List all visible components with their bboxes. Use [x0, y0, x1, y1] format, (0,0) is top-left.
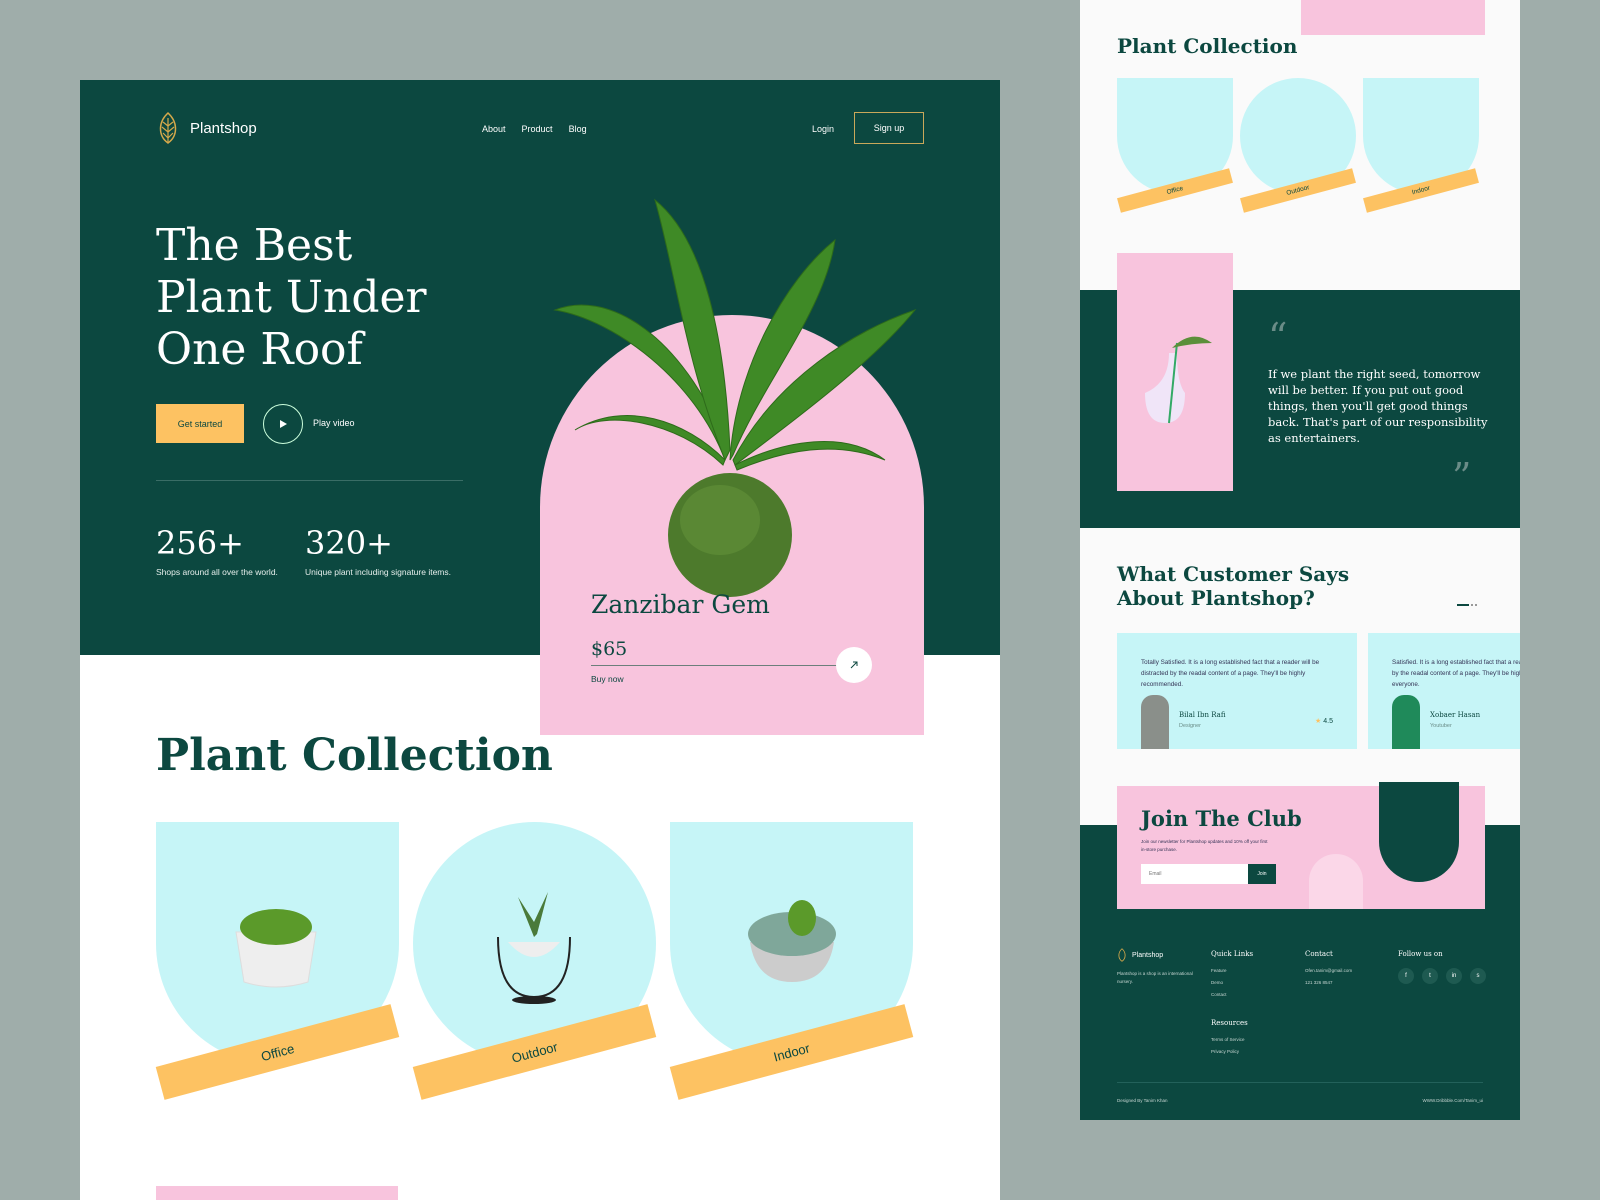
stat-value: 320+ [305, 524, 393, 562]
vase-plant-icon [1145, 336, 1212, 424]
dribbble-link[interactable]: WWW.Dribbble.Com/Tanim_ui [1422, 1098, 1483, 1103]
testimonials-title: What Customer Says About Plantshop? [1117, 562, 1350, 610]
stat-shops: 256+ Shops around all over the world. [156, 525, 278, 577]
landing-page-continued: Plant Collection Office Outdoor Indoor “… [1080, 0, 1520, 1120]
testimonial-card: Totally Satisfied. It is a long establis… [1117, 633, 1357, 749]
nav-about[interactable]: About [482, 124, 506, 134]
signup-button[interactable]: Sign up [854, 112, 924, 144]
brand-name: Plantshop [190, 119, 257, 137]
kokedama-plant-image [553, 198, 917, 597]
product-name: Zanzibar Gem [591, 590, 770, 619]
indicator-active[interactable] [1457, 604, 1469, 606]
footer-link[interactable]: Demo [1211, 980, 1253, 985]
nav-product[interactable]: Product [522, 124, 553, 134]
reviewer-name: Xobaer Hasan [1430, 711, 1481, 719]
designer-credit: Designed By Tanim Khan [1117, 1098, 1168, 1103]
quote-close-icon: ” [1452, 455, 1472, 499]
footer-description: Plantshop is a shop is an international … [1117, 971, 1193, 984]
snake-plant-image [1379, 782, 1459, 882]
footer-divider [1117, 1082, 1483, 1083]
avatar [1392, 695, 1420, 749]
contact-email[interactable]: Ofen.tanim@gmail.com [1305, 968, 1352, 973]
reviewer-role: Youtuber [1430, 723, 1452, 729]
footer-logo[interactable]: Plantshop [1117, 948, 1163, 962]
landing-page-main: Plantshop About Product Blog Login Sign … [80, 80, 1000, 1200]
testimonial-text: Totally Satisfied. It is a long establis… [1141, 659, 1320, 688]
carousel-indicator[interactable] [1457, 604, 1477, 606]
testimonial-text: Satisfied. It is a long established fact… [1392, 659, 1520, 688]
follow-column: Follow us on [1398, 950, 1443, 968]
contact-column: Contact Ofen.tanim@gmail.com 121 326 854… [1305, 950, 1352, 992]
star-icon: ★ [1315, 718, 1322, 725]
footer-link[interactable]: Privacy Policy [1211, 1049, 1253, 1054]
buy-arrow-button[interactable] [836, 647, 872, 683]
footer-brand: Plantshop [1132, 951, 1164, 959]
leaf-logo-icon [1118, 948, 1126, 962]
buy-now-link[interactable]: Buy now [591, 674, 624, 684]
brand-logo[interactable]: Plantshop [156, 112, 257, 144]
footer-link[interactable]: Terms of Service [1211, 1037, 1253, 1042]
monstera-vase-image [1117, 253, 1233, 491]
quote-text: If we plant the right seed, tomorrow wil… [1268, 367, 1488, 445]
reviewer-name: Bilal Ibn Rafi [1179, 711, 1226, 719]
contact-title: Contact [1305, 950, 1333, 958]
quote-open-icon: “ [1268, 315, 1288, 359]
divider [156, 480, 463, 481]
facebook-icon[interactable]: f [1398, 968, 1414, 984]
follow-title: Follow us on [1398, 950, 1443, 958]
avatar [1141, 695, 1169, 749]
arrow-up-right-icon [850, 661, 858, 669]
get-started-button[interactable]: Get started [156, 404, 244, 443]
linkedin-icon[interactable]: in [1446, 968, 1462, 984]
rating: ★ 4.5 [1315, 717, 1333, 725]
stat-label: Unique plant including signature items. [305, 567, 452, 577]
product-price: $65 [591, 638, 628, 660]
club-subtitle: Join our newsletter for Plantshop update… [1141, 839, 1268, 852]
stat-plants: 320+ Unique plant including signature it… [305, 525, 451, 577]
skype-icon[interactable]: s [1470, 968, 1486, 984]
stat-value: 256+ [156, 524, 244, 562]
footer-link[interactable]: Contact [1211, 992, 1253, 997]
price-divider [591, 665, 841, 666]
footer-link[interactable]: Feature [1211, 968, 1253, 973]
collection-title-small: Plant Collection [1117, 34, 1298, 58]
next-section-preview [156, 1186, 398, 1200]
login-link[interactable]: Login [812, 124, 834, 134]
indicator-dot[interactable] [1475, 604, 1477, 606]
monstera-image [1309, 854, 1363, 909]
twitter-icon[interactable]: t [1422, 968, 1438, 984]
resources-title: Resources [1211, 1019, 1248, 1027]
stat-label: Shops around all over the world. [156, 567, 278, 577]
product-card-preview [1301, 0, 1485, 35]
reviewer-role: Designer [1179, 723, 1202, 729]
hero-title: The Best Plant Under One Roof [156, 220, 427, 375]
collection-title: Plant Collection [156, 730, 553, 781]
join-button[interactable]: Join [1248, 864, 1276, 884]
email-input[interactable] [1141, 864, 1249, 884]
quick-links: Quick Links Feature Demo Contact Resourc… [1211, 950, 1253, 1061]
testimonial-card: Satisfied. It is a long established fact… [1368, 633, 1520, 749]
rating-value: 4.5 [1323, 718, 1333, 725]
leaf-logo-icon [159, 112, 177, 144]
main-nav: About Product Blog [482, 124, 587, 134]
social-links: f t in s [1398, 968, 1486, 984]
play-icon [280, 420, 287, 428]
club-title: Join The Club [1141, 806, 1302, 831]
contact-phone[interactable]: 121 326 8547 [1305, 980, 1352, 985]
play-video-label[interactable]: Play video [313, 418, 355, 428]
newsletter-section: Join The Club Join our newsletter for Pl… [1117, 782, 1485, 909]
quick-links-title: Quick Links [1211, 950, 1254, 958]
play-video-button[interactable] [263, 404, 303, 444]
nav-blog[interactable]: Blog [569, 124, 587, 134]
indicator-dot[interactable] [1471, 604, 1473, 606]
